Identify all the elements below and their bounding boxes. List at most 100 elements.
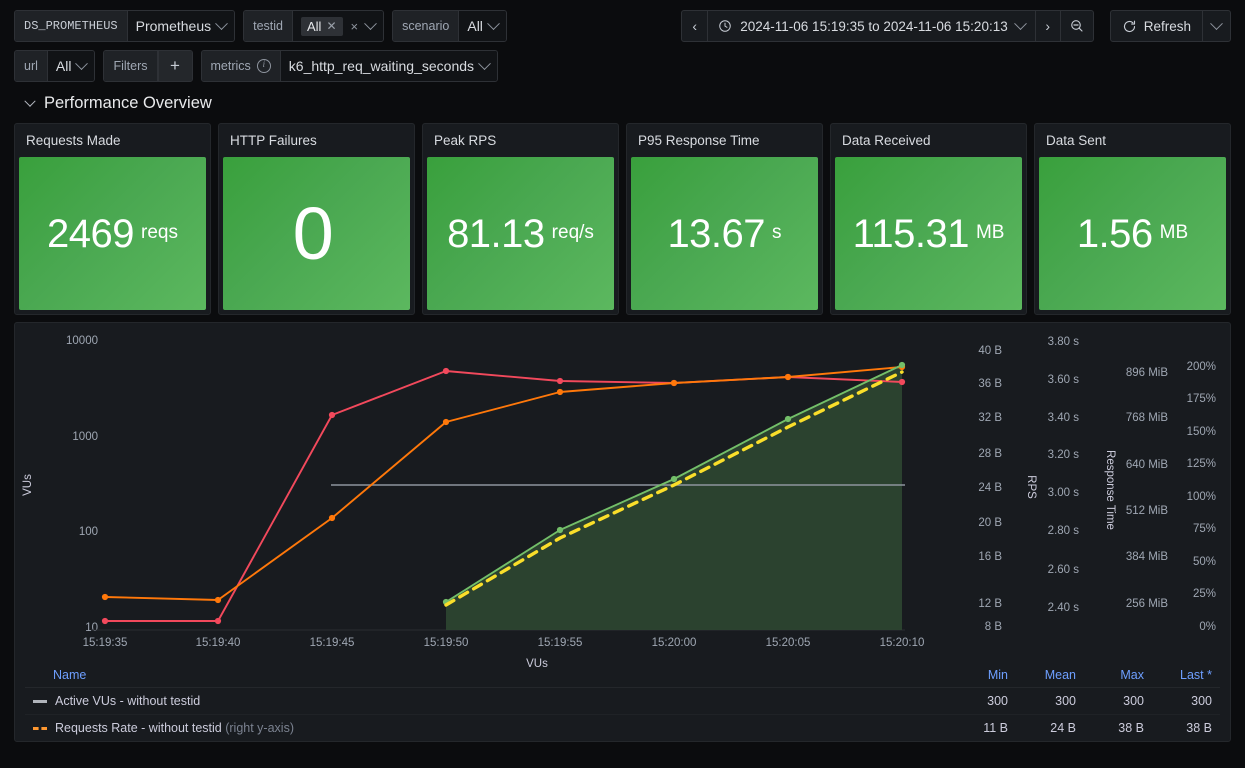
dashboard-row-header[interactable]: Performance Overview xyxy=(0,86,1245,123)
clear-selection-icon[interactable]: × xyxy=(349,19,361,34)
time-shift-back-button[interactable]: ‹ xyxy=(682,11,709,41)
y-axis-tick-label: 24 B xyxy=(978,482,1002,494)
legend-col-name[interactable]: Name xyxy=(25,663,948,688)
series-data-point[interactable] xyxy=(898,378,906,386)
refresh-button[interactable]: Refresh xyxy=(1111,11,1202,41)
datasource-variable[interactable]: DS_PROMETHEUS Prometheus xyxy=(14,10,236,42)
series-data-point[interactable] xyxy=(442,367,450,375)
info-icon[interactable]: i xyxy=(256,59,271,73)
scenario-variable-label: scenario xyxy=(393,11,460,41)
refresh-control[interactable]: Refresh xyxy=(1109,10,1231,42)
x-axis-tick-label: 15:19:35 xyxy=(83,637,128,649)
legend-col-mean[interactable]: Mean xyxy=(1016,663,1084,688)
y-axis-tick-label: 640 MiB xyxy=(1126,459,1169,471)
testid-selected-pill[interactable]: All ✕ xyxy=(301,16,343,36)
y-axis-tick-label: 2.80 s xyxy=(1048,525,1080,537)
time-shift-forward-button[interactable]: › xyxy=(1034,11,1061,41)
x-axis-tick-label: 15:19:40 xyxy=(196,637,241,649)
y-axis-tick-label: 100% xyxy=(1187,491,1216,503)
series-data-point[interactable] xyxy=(556,526,564,534)
filters-control[interactable]: Filters + xyxy=(103,50,193,82)
y-axis-tick-label: 384 MiB xyxy=(1126,551,1169,563)
plot-area[interactable]: 10 100 1000 10000 VUs 8 B 12 B 16 B 20 B 24 B 28 B… xyxy=(15,323,1230,668)
series-data-point[interactable] xyxy=(784,415,792,423)
series-data-point[interactable] xyxy=(556,377,564,385)
url-variable-label: url xyxy=(15,51,48,81)
metrics-variable-label: metrics i xyxy=(201,51,281,81)
panel-title: Data Sent xyxy=(1046,133,1107,148)
y-axis-tick-label: 25% xyxy=(1193,588,1216,600)
y-axis-tick-label: 3.40 s xyxy=(1048,412,1080,424)
legend-col-max[interactable]: Max xyxy=(1084,663,1152,688)
legend-row[interactable]: Requests Rate - without testid (right y-… xyxy=(25,714,1220,741)
chevron-down-icon xyxy=(24,95,36,107)
refresh-interval-dropdown[interactable] xyxy=(1202,11,1230,41)
x-axis-tick-label: 15:20:00 xyxy=(652,637,697,649)
series-data-point[interactable] xyxy=(214,596,222,604)
y-axis-tick-label: 12 B xyxy=(978,598,1002,610)
stat-unit: MB xyxy=(975,222,1005,243)
series-data-point[interactable] xyxy=(214,617,222,625)
add-filter-button[interactable]: + xyxy=(157,51,192,81)
y-axis-tick-label: 256 MiB xyxy=(1126,598,1169,610)
testid-pill-text: All xyxy=(307,18,322,34)
datasource-variable-value[interactable]: Prometheus xyxy=(127,11,235,41)
chevron-down-icon xyxy=(487,16,500,30)
stat-panel-p95-response-time: P95 Response Time 13.67 s xyxy=(626,123,823,315)
legend-col-last[interactable]: Last * xyxy=(1152,663,1220,688)
panel-title: Requests Made xyxy=(26,133,121,148)
y-axis-tick-label: 3.80 s xyxy=(1048,336,1080,348)
series-data-point[interactable] xyxy=(328,411,336,419)
series-data-point[interactable] xyxy=(328,514,336,522)
series-data-point[interactable] xyxy=(898,361,906,369)
series-data-point[interactable] xyxy=(784,373,792,381)
series-data-point[interactable] xyxy=(670,475,678,483)
stat-panel-peak-rps: Peak RPS 81.13 req/s xyxy=(422,123,619,315)
x-axis-tick-label: 15:19:45 xyxy=(310,637,355,649)
y-axis-tick-label: 28 B xyxy=(978,448,1002,460)
stat-unit: s xyxy=(772,222,782,243)
chevron-down-icon xyxy=(215,16,228,30)
scenario-variable[interactable]: scenario All xyxy=(392,10,507,42)
metrics-variable-value[interactable]: k6_http_req_waiting_seconds xyxy=(280,51,498,81)
remove-icon[interactable]: ✕ xyxy=(326,20,336,32)
panel-title: Peak RPS xyxy=(434,133,497,148)
url-variable[interactable]: url All xyxy=(14,50,96,82)
stat-unit: reqs xyxy=(141,222,178,243)
y-axis-tick-label: 3.20 s xyxy=(1048,449,1080,461)
zoom-out-icon xyxy=(1070,20,1083,32)
time-range-button[interactable]: 2024-11-06 15:19:35 to 2024-11-06 15:20:… xyxy=(708,11,1034,41)
series-data-point[interactable] xyxy=(101,617,109,625)
metrics-variable[interactable]: metrics i k6_http_req_waiting_seconds xyxy=(200,50,499,82)
series-data-point[interactable] xyxy=(442,418,450,426)
scenario-variable-value[interactable]: All xyxy=(459,11,506,41)
legend-table: Name Min Mean Max Last * Active VUs - wi… xyxy=(25,663,1220,741)
legend-row[interactable]: Active VUs - without testid 300 300 300 300 xyxy=(25,687,1220,715)
series-data-point[interactable] xyxy=(670,379,678,387)
y-axis-tick-label: 768 MiB xyxy=(1126,412,1169,424)
x-axis-tick-label: 15:20:10 xyxy=(880,637,925,649)
y-axis-tick-label: 150% xyxy=(1187,426,1216,438)
stat-value: 1.56 xyxy=(1076,211,1153,256)
stat-value-container: 115.31 MB xyxy=(835,157,1022,310)
legend-mean-value: 24 B xyxy=(1016,714,1084,741)
y-axis-title: Response Time xyxy=(1104,450,1116,530)
panel-title: HTTP Failures xyxy=(230,133,317,148)
testid-variable-value[interactable]: All ✕ × xyxy=(293,11,384,41)
series-data-point[interactable] xyxy=(101,593,109,601)
url-variable-value[interactable]: All xyxy=(47,51,95,81)
stat-panel-http-failures: HTTP Failures 0 xyxy=(218,123,415,315)
legend-series-name-cell[interactable]: Active VUs - without testid xyxy=(25,687,948,715)
chevron-down-icon xyxy=(1210,16,1223,30)
series-data-point[interactable] xyxy=(556,388,564,396)
legend-series-name-cell[interactable]: Requests Rate - without testid (right y-… xyxy=(25,714,948,741)
stat-value-container: 2469 reqs xyxy=(19,157,206,310)
legend-col-min[interactable]: Min xyxy=(948,663,1016,688)
zoom-out-button[interactable] xyxy=(1061,11,1093,41)
y-axis-tick-label: 2.60 s xyxy=(1048,564,1080,576)
testid-variable[interactable]: testid All ✕ × xyxy=(243,10,385,42)
time-range-picker[interactable]: ‹ 2024-11-06 15:19:35 to 2024-11-06 15:2… xyxy=(681,10,1094,42)
plot-svg[interactable]: 10 100 1000 10000 VUs 8 B 12 B 16 B 20 B 24 B 28 B… xyxy=(15,323,1230,668)
legend-series-name: Active VUs - without testid xyxy=(55,694,201,708)
testid-variable-label: testid xyxy=(244,11,293,41)
